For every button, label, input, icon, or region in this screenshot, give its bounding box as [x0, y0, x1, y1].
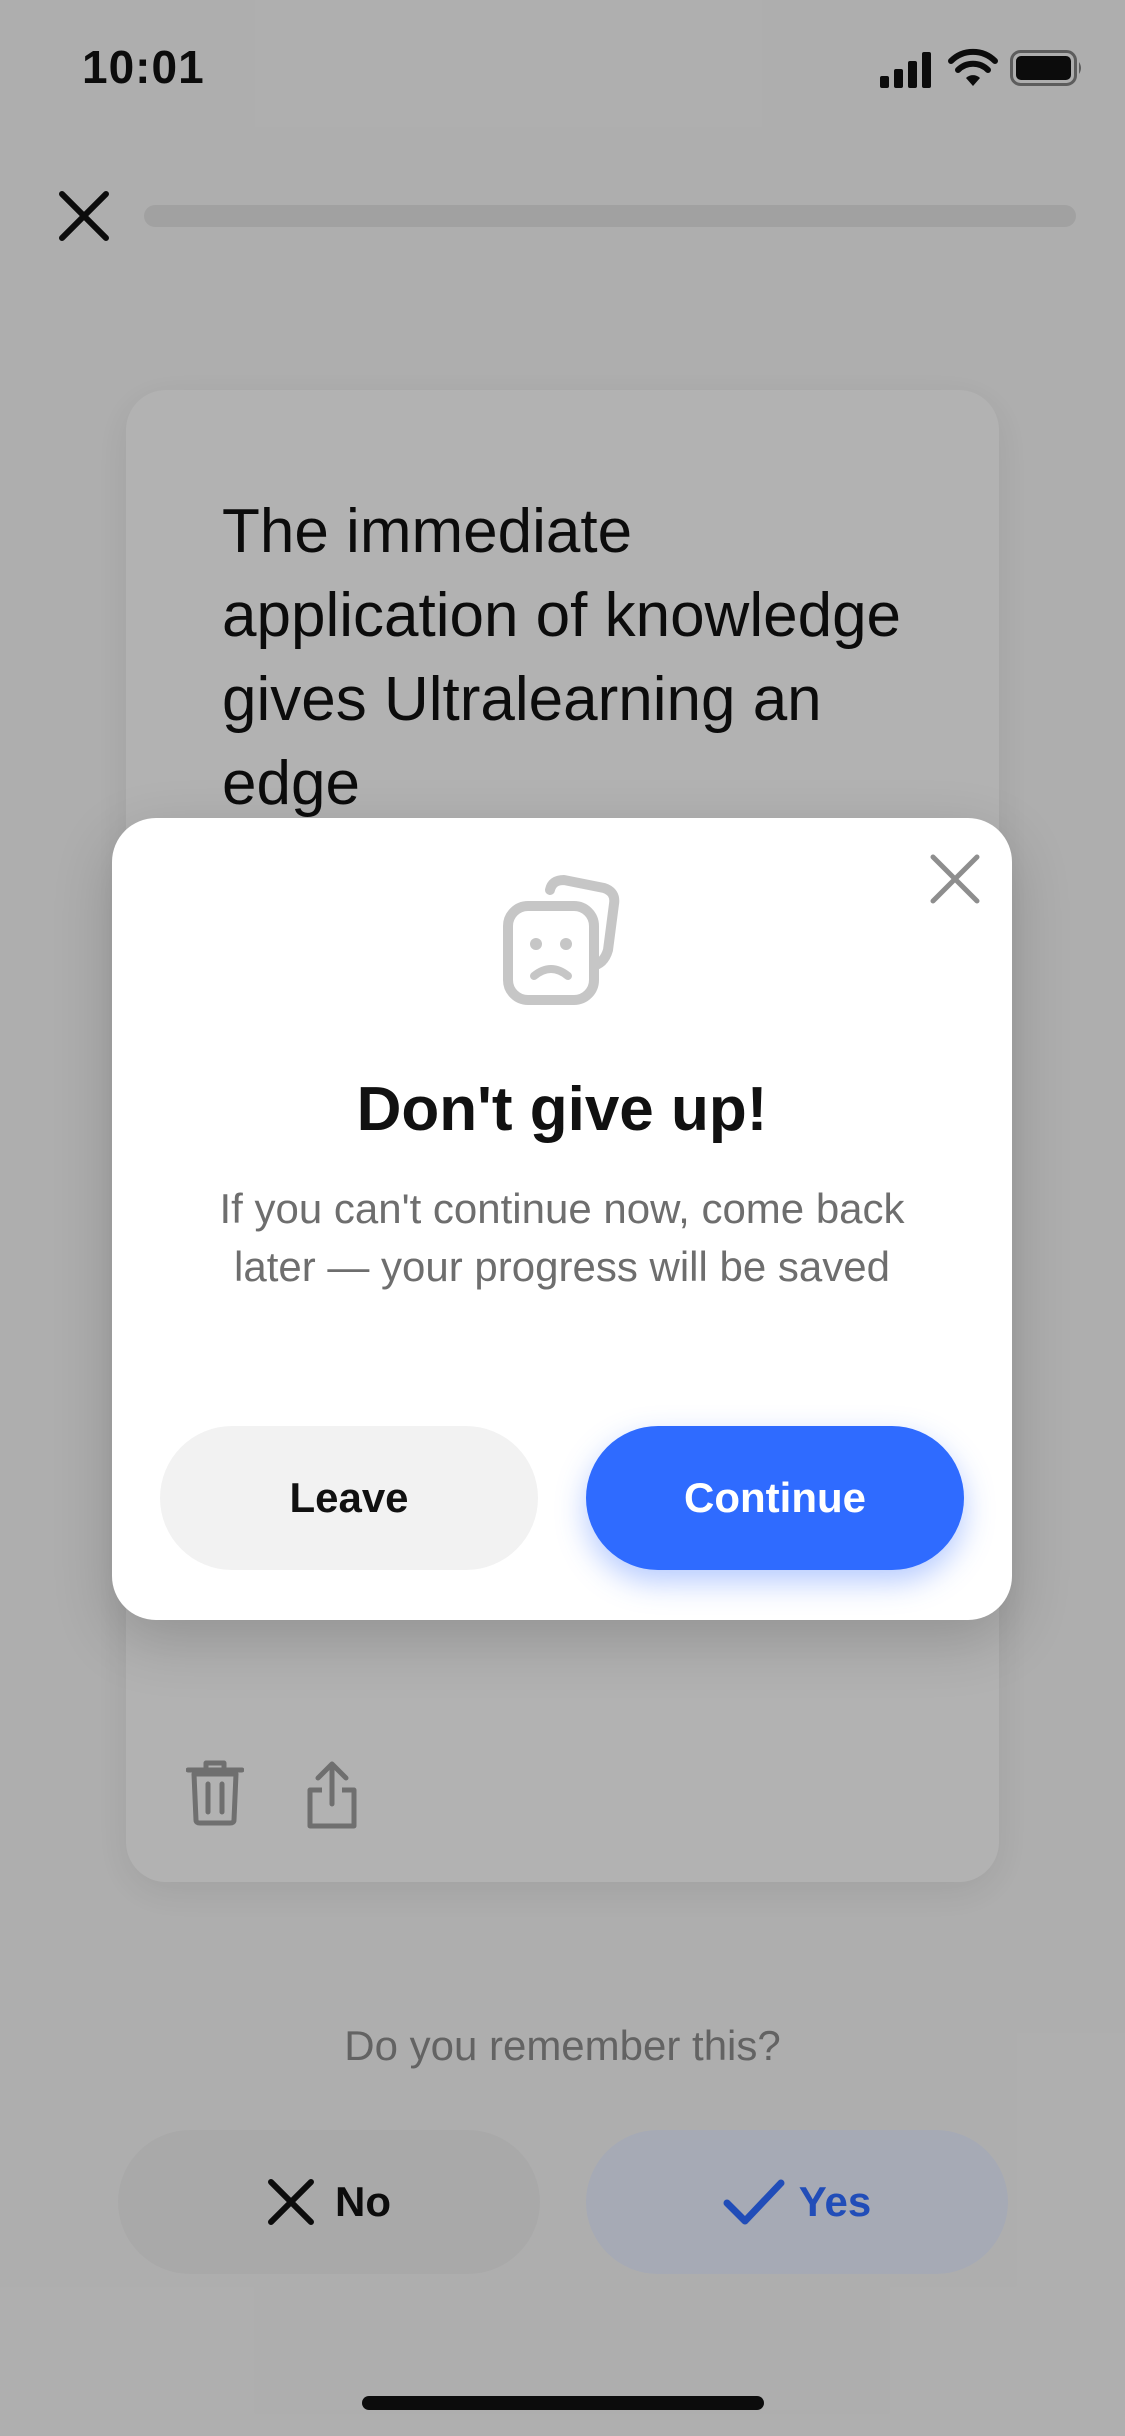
- leave-button[interactable]: Leave: [160, 1426, 538, 1570]
- dialog-message: If you can't continue now, come back lat…: [219, 1185, 905, 1290]
- dialog-title: Don't give up!: [356, 1075, 768, 1144]
- app-screen: 10:01 The immediate application of knowl…: [0, 0, 1125, 2436]
- continue-button[interactable]: Continue: [586, 1426, 964, 1570]
- sad-cards-icon: [503, 875, 620, 1005]
- dont-give-up-dialog: Don't give up! If you can't continue now…: [112, 818, 1012, 1620]
- close-icon[interactable]: [928, 852, 982, 906]
